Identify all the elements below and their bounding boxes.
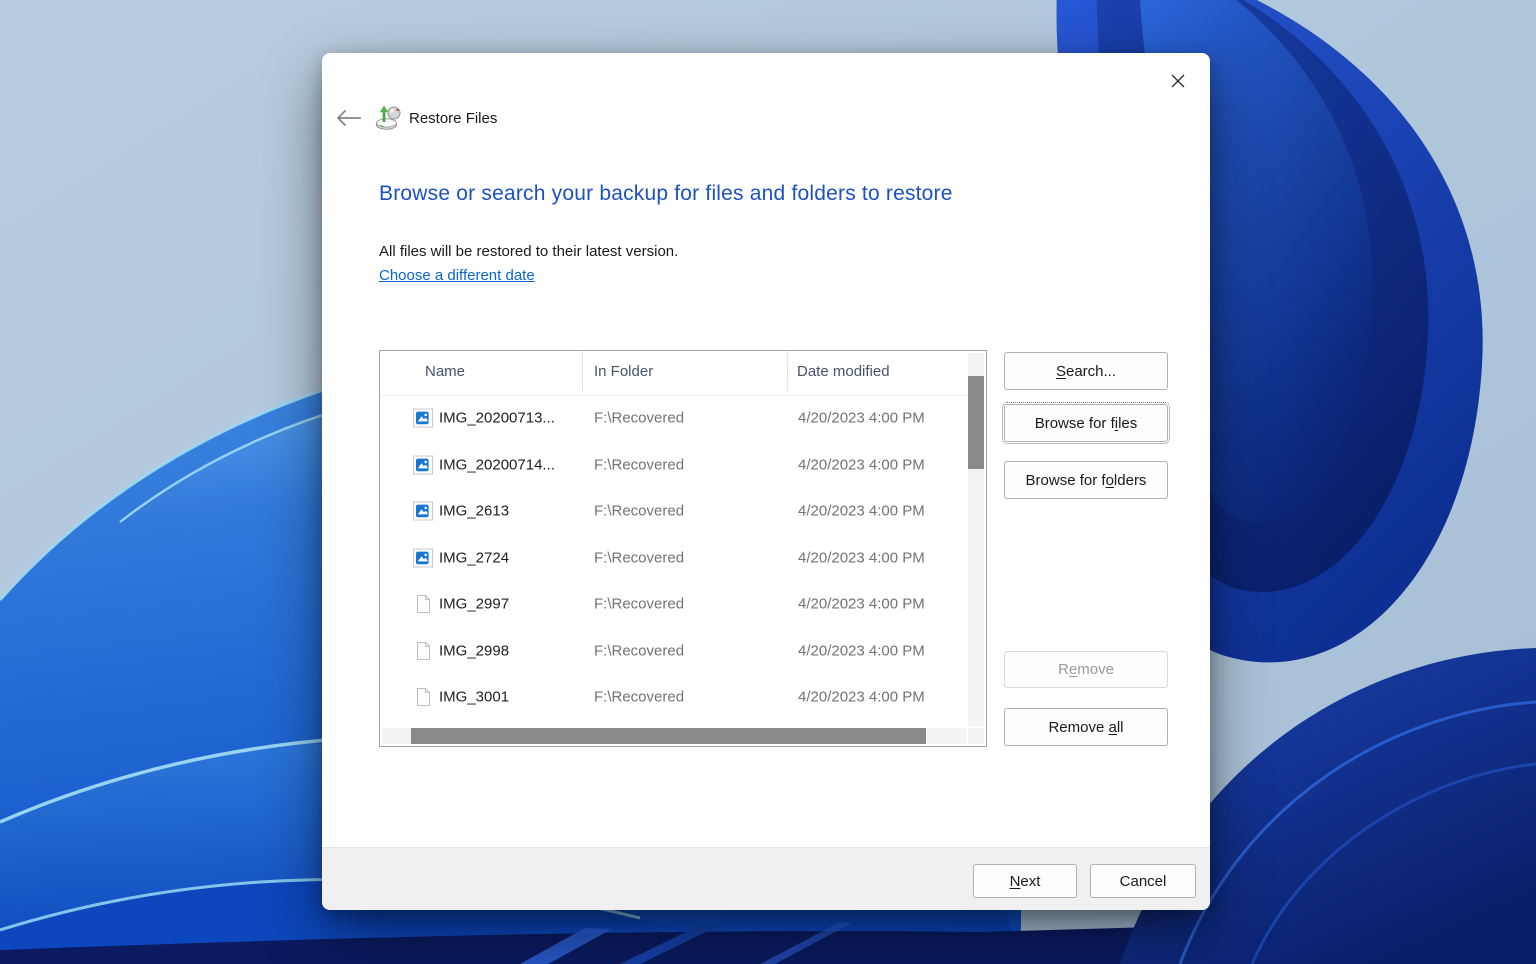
file-name: IMG_2613 [439,502,510,520]
blank-file-icon [413,641,433,661]
image-file-icon [413,548,433,568]
file-list-body: IMG_20200713... F:\Recovered 4/20/2023 4… [380,395,967,727]
file-date: 4/20/2023 4:00 PM [798,456,925,474]
file-row[interactable]: IMG_20200714... F:\Recovered 4/20/2023 4… [380,442,967,489]
file-row[interactable]: IMG_2724 F:\Recovered 4/20/2023 4:00 PM [380,535,967,582]
vertical-scrollbar-thumb[interactable] [968,376,984,469]
file-name: IMG_20200713... [439,409,555,427]
dialog-heading: Browse or search your backup for files a… [379,182,953,205]
browse-for-folders-button[interactable]: Browse for folders [1004,461,1168,499]
file-name: IMG_2724 [439,549,510,567]
file-date: 4/20/2023 4:00 PM [798,595,925,613]
file-date: 4/20/2023 4:00 PM [798,688,925,706]
column-divider[interactable] [787,351,788,391]
blank-file-icon [413,687,433,707]
file-date: 4/20/2023 4:00 PM [798,502,925,520]
browse-for-files-button[interactable]: Browse for files [1002,402,1170,444]
restore-version-text: All files will be restored to their late… [379,243,679,260]
file-folder: F:\Recovered [594,549,685,567]
file-date: 4/20/2023 4:00 PM [798,642,925,660]
page-title: Restore Files [409,110,498,127]
remove-all-button[interactable]: Remove all [1004,708,1168,746]
file-folder: F:\Recovered [594,502,685,520]
file-folder: F:\Recovered [594,595,685,613]
horizontal-scrollbar[interactable] [382,728,966,744]
remove-button[interactable]: Remove [1004,651,1168,688]
column-header-in-folder[interactable]: In Folder [594,363,653,380]
vertical-scrollbar[interactable] [968,353,984,726]
file-list: Name In Folder Date modified IMG_2020071… [379,350,987,747]
scrollbar-corner [968,728,984,744]
column-header-date-modified[interactable]: Date modified [797,363,890,380]
file-row[interactable]: IMG_20200713... F:\Recovered 4/20/2023 4… [380,395,967,442]
file-name: IMG_3001 [439,688,510,706]
restore-files-dialog: Restore Files Browse or search your back… [322,53,1210,910]
file-name: IMG_2998 [439,642,510,660]
file-list-header: Name In Folder Date modified [380,351,986,396]
file-row[interactable]: IMG_2613 F:\Recovered 4/20/2023 4:00 PM [380,488,967,535]
file-name: IMG_2997 [439,595,510,613]
file-row[interactable]: IMG_2997 F:\Recovered 4/20/2023 4:00 PM [380,581,967,628]
back-button[interactable] [336,109,366,129]
close-button[interactable] [1162,65,1194,97]
horizontal-scrollbar-thumb[interactable] [411,728,926,744]
restore-files-icon [375,103,403,131]
file-row[interactable]: IMG_2998 F:\Recovered 4/20/2023 4:00 PM [380,628,967,675]
cancel-button[interactable]: Cancel [1090,864,1196,898]
file-date: 4/20/2023 4:00 PM [798,549,925,567]
dialog-footer: Next Cancel [322,847,1210,910]
search-button[interactable]: Search... [1004,352,1168,390]
close-icon [1171,74,1185,88]
blank-file-icon [413,594,433,614]
file-folder: F:\Recovered [594,456,685,474]
file-folder: F:\Recovered [594,409,685,427]
next-button[interactable]: Next [973,864,1077,898]
column-divider[interactable] [582,351,583,391]
file-date: 4/20/2023 4:00 PM [798,409,925,427]
file-row[interactable]: IMG_3001 F:\Recovered 4/20/2023 4:00 PM [380,674,967,721]
file-name: IMG_20200714... [439,456,555,474]
file-folder: F:\Recovered [594,688,685,706]
file-folder: F:\Recovered [594,642,685,660]
back-arrow-icon [336,109,361,127]
image-file-icon [413,455,433,475]
image-file-icon [413,501,433,521]
image-file-icon [413,408,433,428]
choose-different-date-link[interactable]: Choose a different date [379,267,535,284]
column-header-name[interactable]: Name [425,363,465,380]
